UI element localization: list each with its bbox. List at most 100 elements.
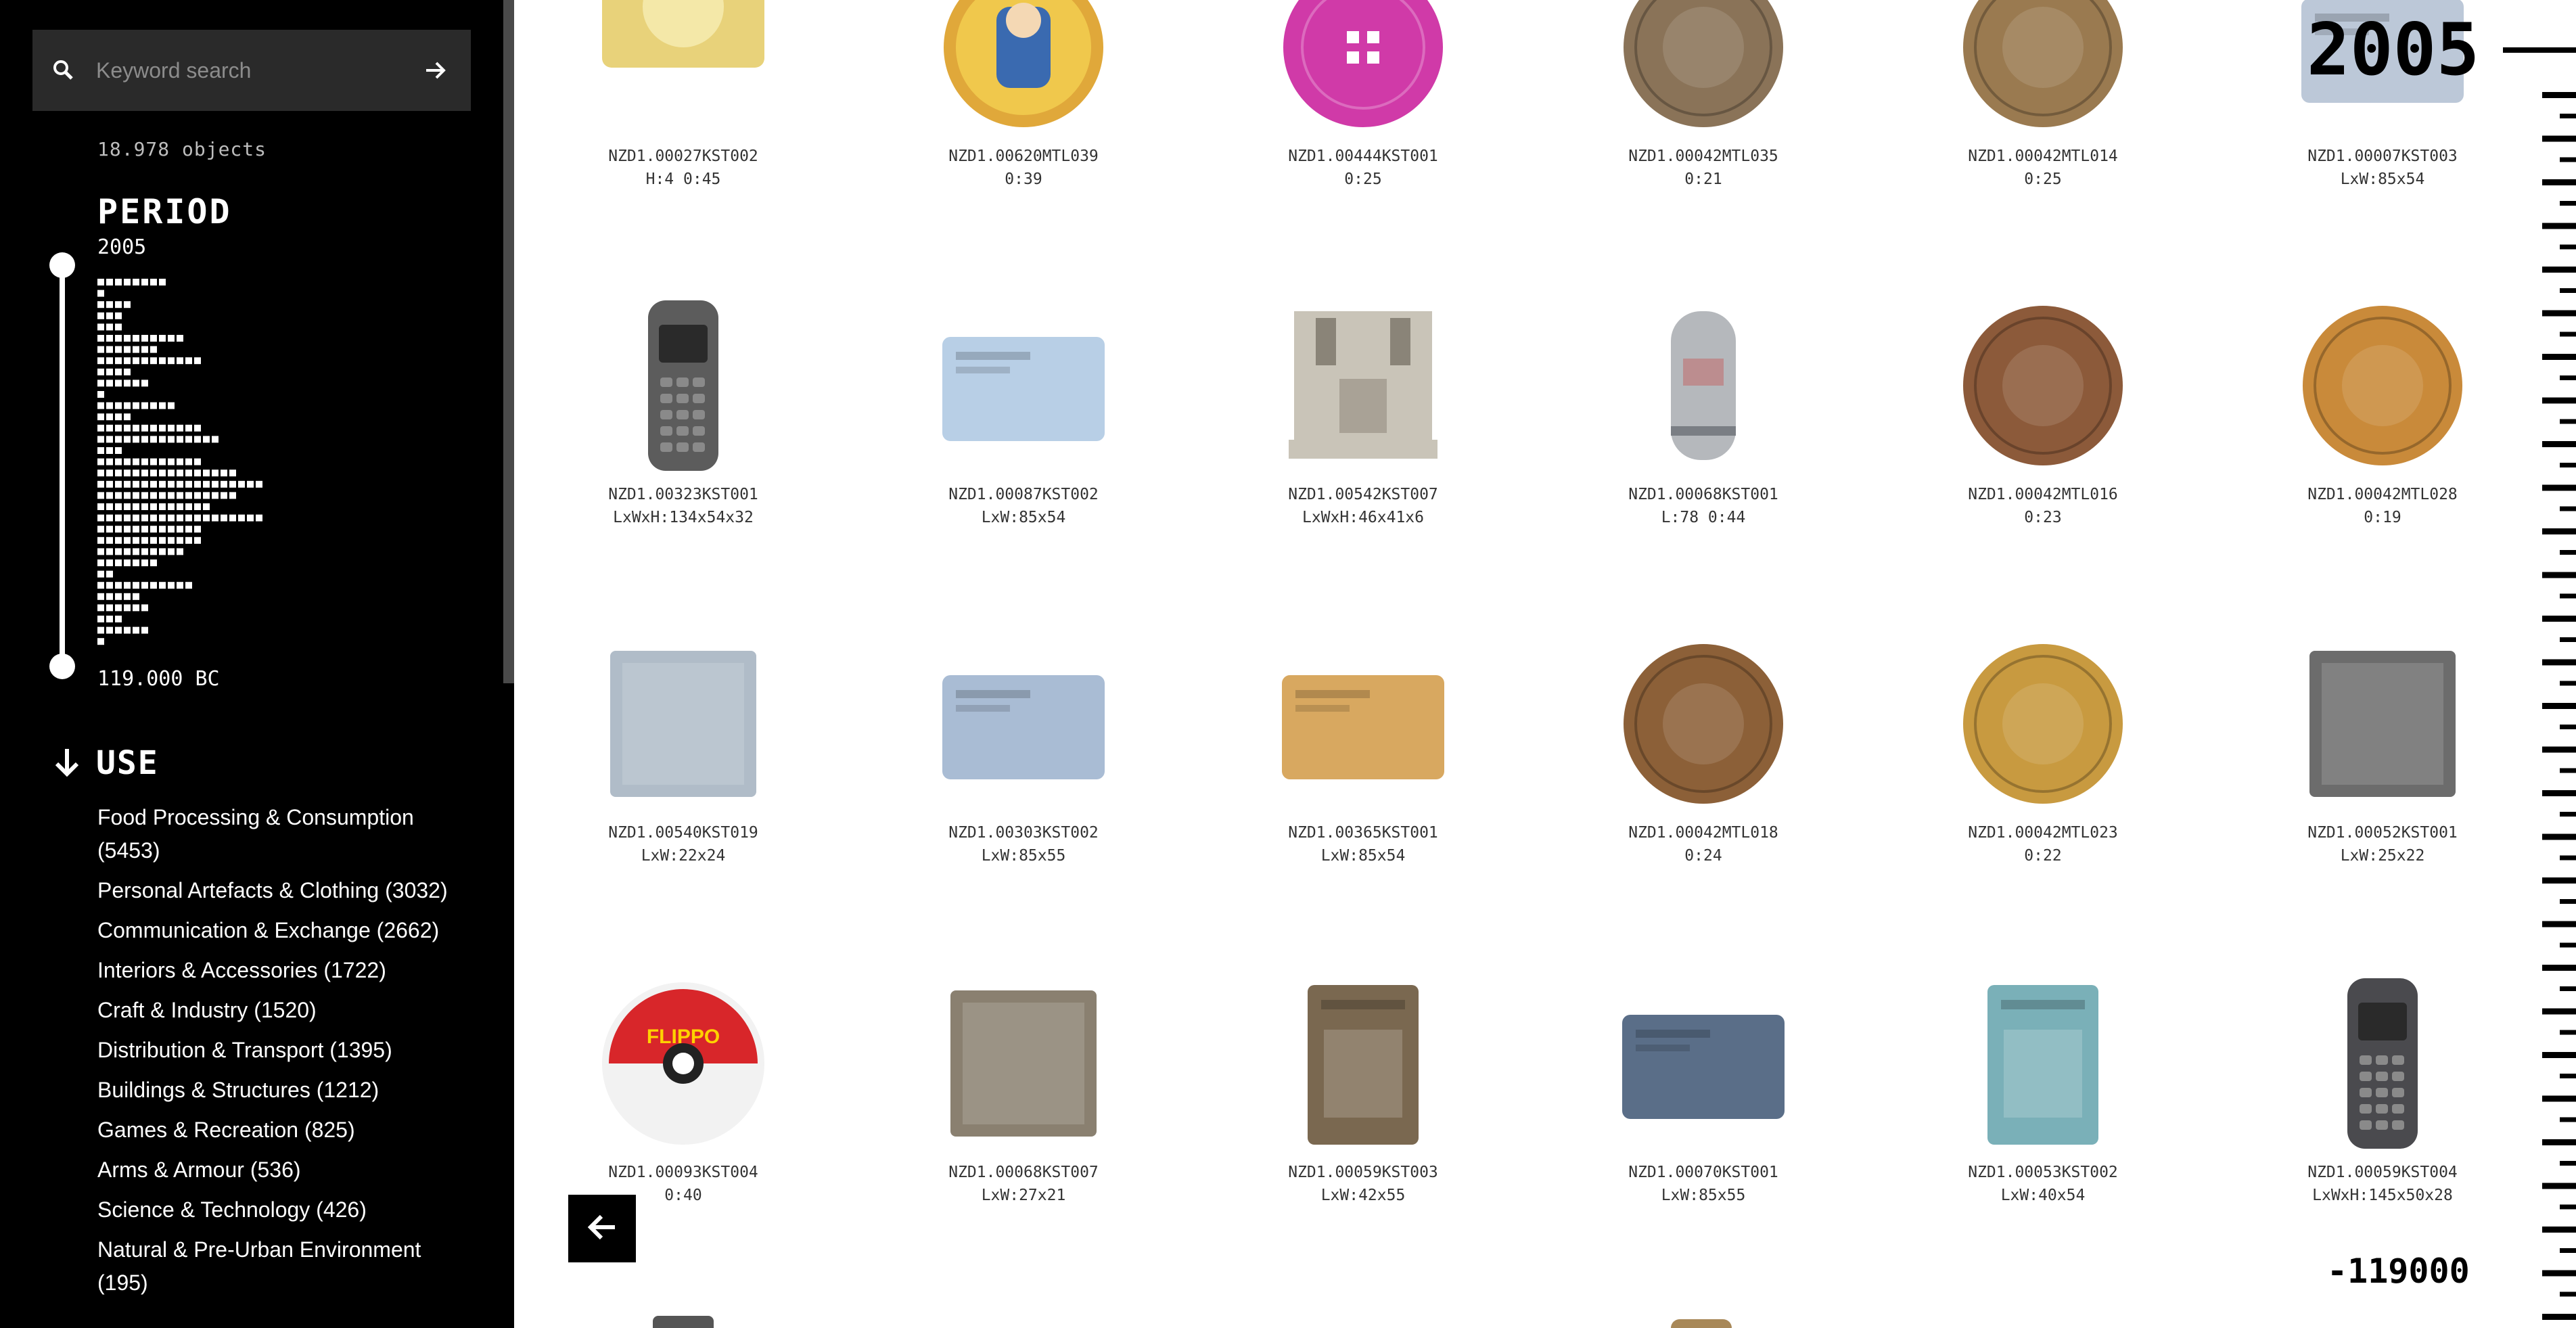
object-card[interactable]: NZD1.00059KST004 LxWxH:145x50x28 [2261, 976, 2504, 1207]
object-card[interactable]: NZD1.00087KST002 LxW:85x54 [902, 298, 1145, 529]
use-category-item[interactable]: Buildings & Structures (1212) [97, 1074, 476, 1107]
object-thumbnail[interactable] [902, 636, 1145, 812]
period-slider-track[interactable] [60, 265, 65, 667]
object-card[interactable]: NZD1.00042MTL018 0:24 [1582, 636, 1825, 867]
histogram-cell [124, 380, 131, 387]
timeline-current-marker[interactable] [2503, 47, 2576, 53]
use-category-item[interactable]: Craft & Industry (1520) [97, 994, 476, 1027]
object-card[interactable]: NZD1.00365KST001 LxW:85x54 [1241, 636, 1485, 867]
object-thumbnail[interactable] [2261, 636, 2504, 812]
object-thumbnail[interactable] [1921, 298, 2165, 474]
timeline-tick [2542, 1314, 2576, 1320]
timeline-minor-tick [2560, 201, 2576, 206]
object-dimensions: LxW:27x21 [981, 1187, 1066, 1204]
object-card[interactable]: NZD1.00027KST002 H:4 0:45 [561, 0, 805, 191]
object-thumbnail[interactable] [1241, 298, 1485, 474]
object-thumbnail[interactable] [902, 0, 1145, 135]
timeline-tick [2542, 965, 2576, 971]
timeline-tick [2542, 572, 2576, 578]
histogram-cell [141, 458, 148, 465]
object-card[interactable]: NZD1.00070KST001 LxW:85x55 [1582, 976, 1825, 1207]
histogram-cell [106, 536, 113, 544]
use-section-header[interactable]: USE [51, 744, 159, 782]
object-card[interactable]: NZD1.00068KST007 LxW:27x21 [902, 976, 1145, 1207]
histogram-cell [115, 357, 122, 365]
object-dimensions: LxWxH:134x54x32 [613, 509, 754, 526]
object-thumbnail[interactable] [902, 298, 1145, 474]
histogram-cell [106, 346, 113, 353]
histogram-cell [141, 279, 148, 285]
object-card[interactable]: NZD1.00068KST001 L:78 0:44 [1582, 298, 1825, 529]
histogram-cell [212, 436, 218, 443]
object-thumbnail[interactable] [902, 976, 1145, 1151]
object-card[interactable]: NZD1.00323KST001 LxWxH:134x54x32 [561, 298, 805, 529]
object-card[interactable]: NZD1.00042MTL016 0:23 [1921, 298, 2165, 529]
use-category-item[interactable]: Games & Recreation (825) [97, 1114, 476, 1147]
histogram-cell [133, 593, 139, 600]
object-thumbnail[interactable] [561, 636, 805, 812]
object-thumbnail[interactable] [1241, 976, 1485, 1151]
object-card[interactable]: FLIPPO NZD1.00093KST004 0:40 [561, 976, 805, 1207]
use-category-item[interactable]: Science & Technology (426) [97, 1193, 476, 1227]
object-thumbnail[interactable] [1582, 976, 1825, 1151]
use-category-item[interactable]: Interiors & Accessories (1722) [97, 954, 476, 987]
object-thumbnail[interactable] [561, 298, 805, 474]
histogram-cell [115, 616, 122, 622]
timeline-minor-tick [2560, 593, 2576, 599]
back-button[interactable] [568, 1195, 636, 1262]
histogram-cell [97, 357, 104, 365]
histogram-cell [133, 380, 139, 387]
arrow-down-icon [51, 746, 83, 781]
object-card[interactable]: NZD1.00053KST002 LxW:40x54 [1921, 976, 2165, 1207]
timeline-top-label: 2005 [2307, 8, 2480, 91]
object-card[interactable]: NZD1.00540KST019 LxW:22x24 [561, 636, 805, 867]
object-thumbnail[interactable] [1921, 0, 2165, 135]
object-thumbnail[interactable] [2261, 976, 2504, 1151]
histogram-cell [124, 413, 131, 421]
object-card[interactable]: NZD1.00542KST007 LxWxH:46x41x6 [1241, 298, 1485, 529]
use-category-item[interactable]: Distribution & Transport (1395) [97, 1034, 476, 1067]
object-card[interactable]: NZD1.00444KST001 0:25 [1241, 0, 1485, 191]
object-thumbnail[interactable] [1582, 636, 1825, 812]
histogram-cell [185, 357, 192, 365]
object-card[interactable]: NZD1.00303KST002 LxW:85x55 [902, 636, 1145, 867]
object-thumbnail[interactable] [1582, 0, 1825, 135]
period-slider-bottom-handle[interactable] [49, 654, 75, 679]
object-card[interactable]: NZD1.00620MTL039 0:39 [902, 0, 1145, 191]
timeline-ruler[interactable] [2503, 0, 2576, 1328]
object-thumbnail[interactable] [1921, 976, 2165, 1151]
histogram-cell [203, 492, 210, 499]
object-thumbnail[interactable] [1582, 298, 1825, 474]
histogram-cell [177, 480, 183, 488]
object-card[interactable]: NZD1.00042MTL014 0:25 [1921, 0, 2165, 191]
search-input[interactable] [95, 43, 415, 98]
object-thumbnail[interactable]: FLIPPO [561, 976, 805, 1151]
object-thumbnail[interactable] [1241, 636, 1485, 812]
object-thumbnail[interactable] [1241, 0, 1485, 135]
object-card[interactable]: NZD1.00042MTL035 0:21 [1582, 0, 1825, 191]
use-category-item[interactable]: Communication & Exchange (2662) [97, 914, 476, 947]
sidebar-scrollbar[interactable] [503, 0, 514, 683]
histogram-cell [194, 503, 201, 510]
histogram-cell [133, 436, 139, 443]
object-card[interactable]: NZD1.00042MTL028 0:19 [2261, 298, 2504, 529]
use-category-item[interactable]: Arms & Armour (536) [97, 1153, 476, 1187]
timeline-tick [2542, 1227, 2576, 1233]
use-category-item[interactable]: Food Processing & Consumption (5453) [97, 801, 476, 867]
object-thumbnail[interactable] [561, 0, 805, 135]
use-category-item[interactable]: Personal Artefacts & Clothing (3032) [97, 874, 476, 907]
object-thumbnail[interactable] [2261, 298, 2504, 474]
arrow-right-icon[interactable] [415, 50, 456, 91]
histogram-cell [168, 526, 175, 533]
histogram-cell [124, 503, 131, 510]
object-card[interactable]: NZD1.00042MTL023 0:22 [1921, 636, 2165, 867]
object-card[interactable]: NZD1.00052KST001 LxW:25x22 [2261, 636, 2504, 867]
object-thumbnail[interactable] [1921, 636, 2165, 812]
histogram-cell [185, 480, 192, 488]
histogram-cell [106, 436, 113, 443]
object-code: NZD1.00042MTL016 [1968, 486, 2118, 503]
period-slider-top-handle[interactable] [49, 252, 75, 278]
use-category-item[interactable]: Natural & Pre-Urban Environment (195) [97, 1233, 476, 1300]
histogram-cell [177, 470, 183, 477]
object-card[interactable]: NZD1.00059KST003 LxW:42x55 [1241, 976, 1485, 1207]
